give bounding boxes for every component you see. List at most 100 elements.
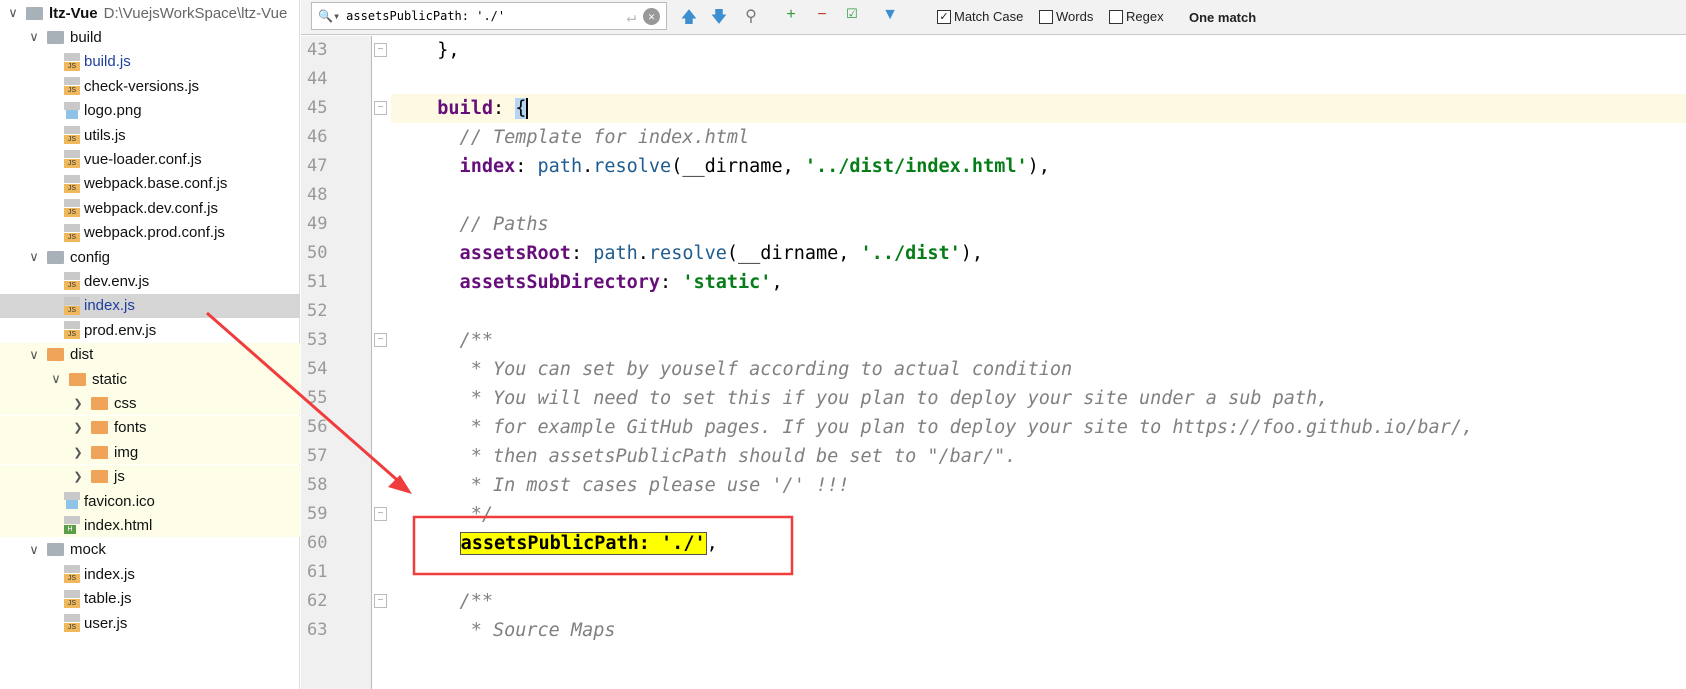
line-number: 46 [307, 127, 328, 147]
js-file-icon [64, 223, 80, 242]
code-line[interactable]: assetsPublicPath: './', [391, 529, 1686, 558]
tree-item[interactable]: index.js [0, 562, 300, 586]
code-token: /** [415, 330, 493, 351]
tree-item-label: dev.env.js [84, 272, 150, 290]
js-file-icon [64, 272, 80, 291]
code-token: '../dist' [860, 243, 961, 264]
tree-item[interactable]: ∨ static [0, 367, 300, 391]
chevron-right-icon[interactable]: ❯ [70, 421, 86, 434]
tree-item-label: webpack.prod.conf.js [84, 224, 225, 242]
code-line[interactable]: * Source Maps [391, 616, 1686, 645]
tree-item-label: config [70, 248, 111, 266]
search-query[interactable]: assetsPublicPath: './' [346, 9, 505, 23]
chevron-down-icon[interactable]: ∨ [26, 249, 42, 265]
code-line[interactable]: */ [391, 500, 1686, 529]
chevron-down-icon[interactable]: ∨ [26, 347, 42, 363]
code-line[interactable]: build: { [391, 94, 1686, 123]
code-line[interactable] [391, 558, 1686, 587]
line-number: 53 [307, 330, 328, 350]
tree-item[interactable]: webpack.dev.conf.js [0, 196, 300, 220]
tree-item[interactable]: webpack.base.conf.js [0, 172, 300, 196]
regex-label: Regex [1126, 9, 1164, 24]
chevron-right-icon[interactable]: ❯ [70, 470, 86, 483]
tree-item[interactable]: ❯ js [0, 464, 300, 489]
select-all-occurrences-icon[interactable]: ⚲ [740, 6, 762, 26]
code-line[interactable] [391, 65, 1686, 94]
code-line[interactable]: // Template for index.html [391, 123, 1686, 152]
chevron-down-icon[interactable]: ∨ [26, 29, 42, 45]
code-line[interactable]: /** [391, 326, 1686, 355]
code-line[interactable]: * You can set by youself according to ac… [391, 355, 1686, 384]
code-line[interactable]: assetsRoot: path.resolve(__dirname, '../… [391, 239, 1686, 268]
tree-item[interactable]: check-versions.js [0, 74, 300, 98]
code-line[interactable]: * then assetsPublicPath should be set to… [391, 442, 1686, 471]
code-line[interactable]: }, [391, 36, 1686, 65]
code-line[interactable]: index: path.resolve(__dirname, '../dist/… [391, 152, 1686, 181]
tree-item[interactable]: ∨ build [0, 25, 300, 49]
code-line[interactable] [391, 181, 1686, 210]
project-tree[interactable]: ∨ ltz-Vue D:\VuejsWorkSpace\ltz-Vue ∨ build b… [0, 0, 300, 689]
search-input[interactable]: 🔍▾ assetsPublicPath: './' ↵ ✕ [311, 2, 667, 30]
img-file-icon [64, 101, 80, 120]
code-line[interactable]: assetsSubDirectory: 'static', [391, 268, 1686, 297]
tree-item[interactable]: ∨ config [0, 245, 300, 269]
code-line[interactable]: * for example GitHub pages. If you plan … [391, 413, 1686, 442]
line-number: 58 [307, 475, 328, 495]
js-file-icon [64, 296, 80, 315]
filter-icon[interactable]: ▼ [879, 6, 901, 24]
chevron-right-icon[interactable]: ❯ [70, 446, 86, 459]
tree-item[interactable]: ❯ css [0, 391, 300, 416]
tree-item[interactable]: ∨ dist [0, 342, 300, 367]
chevron-right-icon[interactable]: ❯ [70, 397, 86, 410]
tree-item[interactable]: index.js [0, 293, 300, 318]
tree-item[interactable]: table.js [0, 587, 300, 611]
tree-item[interactable]: vue-loader.conf.js [0, 147, 300, 171]
words-checkbox[interactable]: Words [1039, 9, 1093, 24]
tree-item[interactable]: ❯ img [0, 440, 300, 465]
code-line[interactable]: * In most cases please use '/' !!! [391, 471, 1686, 500]
chevron-down-icon[interactable]: ∨ [48, 371, 64, 387]
chevron-down-icon[interactable]: ∨ [26, 542, 42, 558]
code-token: (__dirname, [726, 243, 861, 264]
code-line[interactable]: * You will need to set this if you plan … [391, 384, 1686, 413]
fold-marker-icon[interactable]: − [374, 594, 387, 608]
fold-marker-icon[interactable]: − [374, 43, 387, 57]
tree-item[interactable]: dev.env.js [0, 269, 300, 293]
regex-checkbox[interactable]: Regex [1109, 9, 1164, 24]
fold-marker-icon[interactable]: − [374, 507, 387, 521]
code-token: // Paths [415, 214, 549, 235]
tree-item[interactable]: favicon.ico [0, 489, 300, 513]
code-line[interactable]: /** [391, 587, 1686, 616]
tree-item[interactable]: build.js [0, 50, 300, 74]
remove-occurrence-icon[interactable]: − [811, 6, 833, 24]
code-line[interactable] [391, 297, 1686, 326]
line-number: 44 [307, 69, 328, 89]
toggle-select-all-icon[interactable]: ☑ [841, 6, 863, 22]
tree-item[interactable]: ❯ fonts [0, 415, 300, 440]
tree-item[interactable]: ∨ ltz-Vue D:\VuejsWorkSpace\ltz-Vue [0, 1, 300, 25]
fold-marker-icon[interactable]: − [374, 333, 387, 347]
code-token: : [660, 272, 683, 293]
add-occurrence-icon[interactable]: + [780, 6, 802, 24]
tree-item[interactable]: webpack.prod.conf.js [0, 221, 300, 245]
clear-icon[interactable]: ✕ [643, 7, 660, 25]
code-token: '../dist/index.html' [804, 156, 1028, 177]
code-token: path [593, 243, 638, 264]
chevron-down-icon[interactable]: ∨ [5, 5, 21, 21]
tree-item[interactable]: prod.env.js [0, 318, 300, 342]
search-icon[interactable]: 🔍▾ [318, 9, 340, 23]
match-case-checkbox[interactable]: ✓ Match Case [937, 9, 1023, 24]
fold-marker-icon[interactable]: − [374, 101, 387, 115]
tree-item[interactable]: index.html [0, 513, 300, 538]
tree-item[interactable]: ∨ mock [0, 538, 300, 562]
previous-occurrence-icon[interactable]: 🡅 [678, 6, 700, 33]
tree-item[interactable]: logo.png [0, 99, 300, 123]
code-token: resolve [648, 243, 727, 264]
tree-item-label: utils.js [84, 126, 126, 144]
tree-item[interactable]: utils.js [0, 123, 300, 147]
tree-item[interactable]: user.js [0, 611, 300, 635]
code-token: ), [960, 243, 984, 264]
next-occurrence-icon[interactable]: 🡇 [708, 6, 730, 33]
code-line[interactable]: // Paths [391, 210, 1686, 239]
folder-icon [69, 372, 86, 386]
